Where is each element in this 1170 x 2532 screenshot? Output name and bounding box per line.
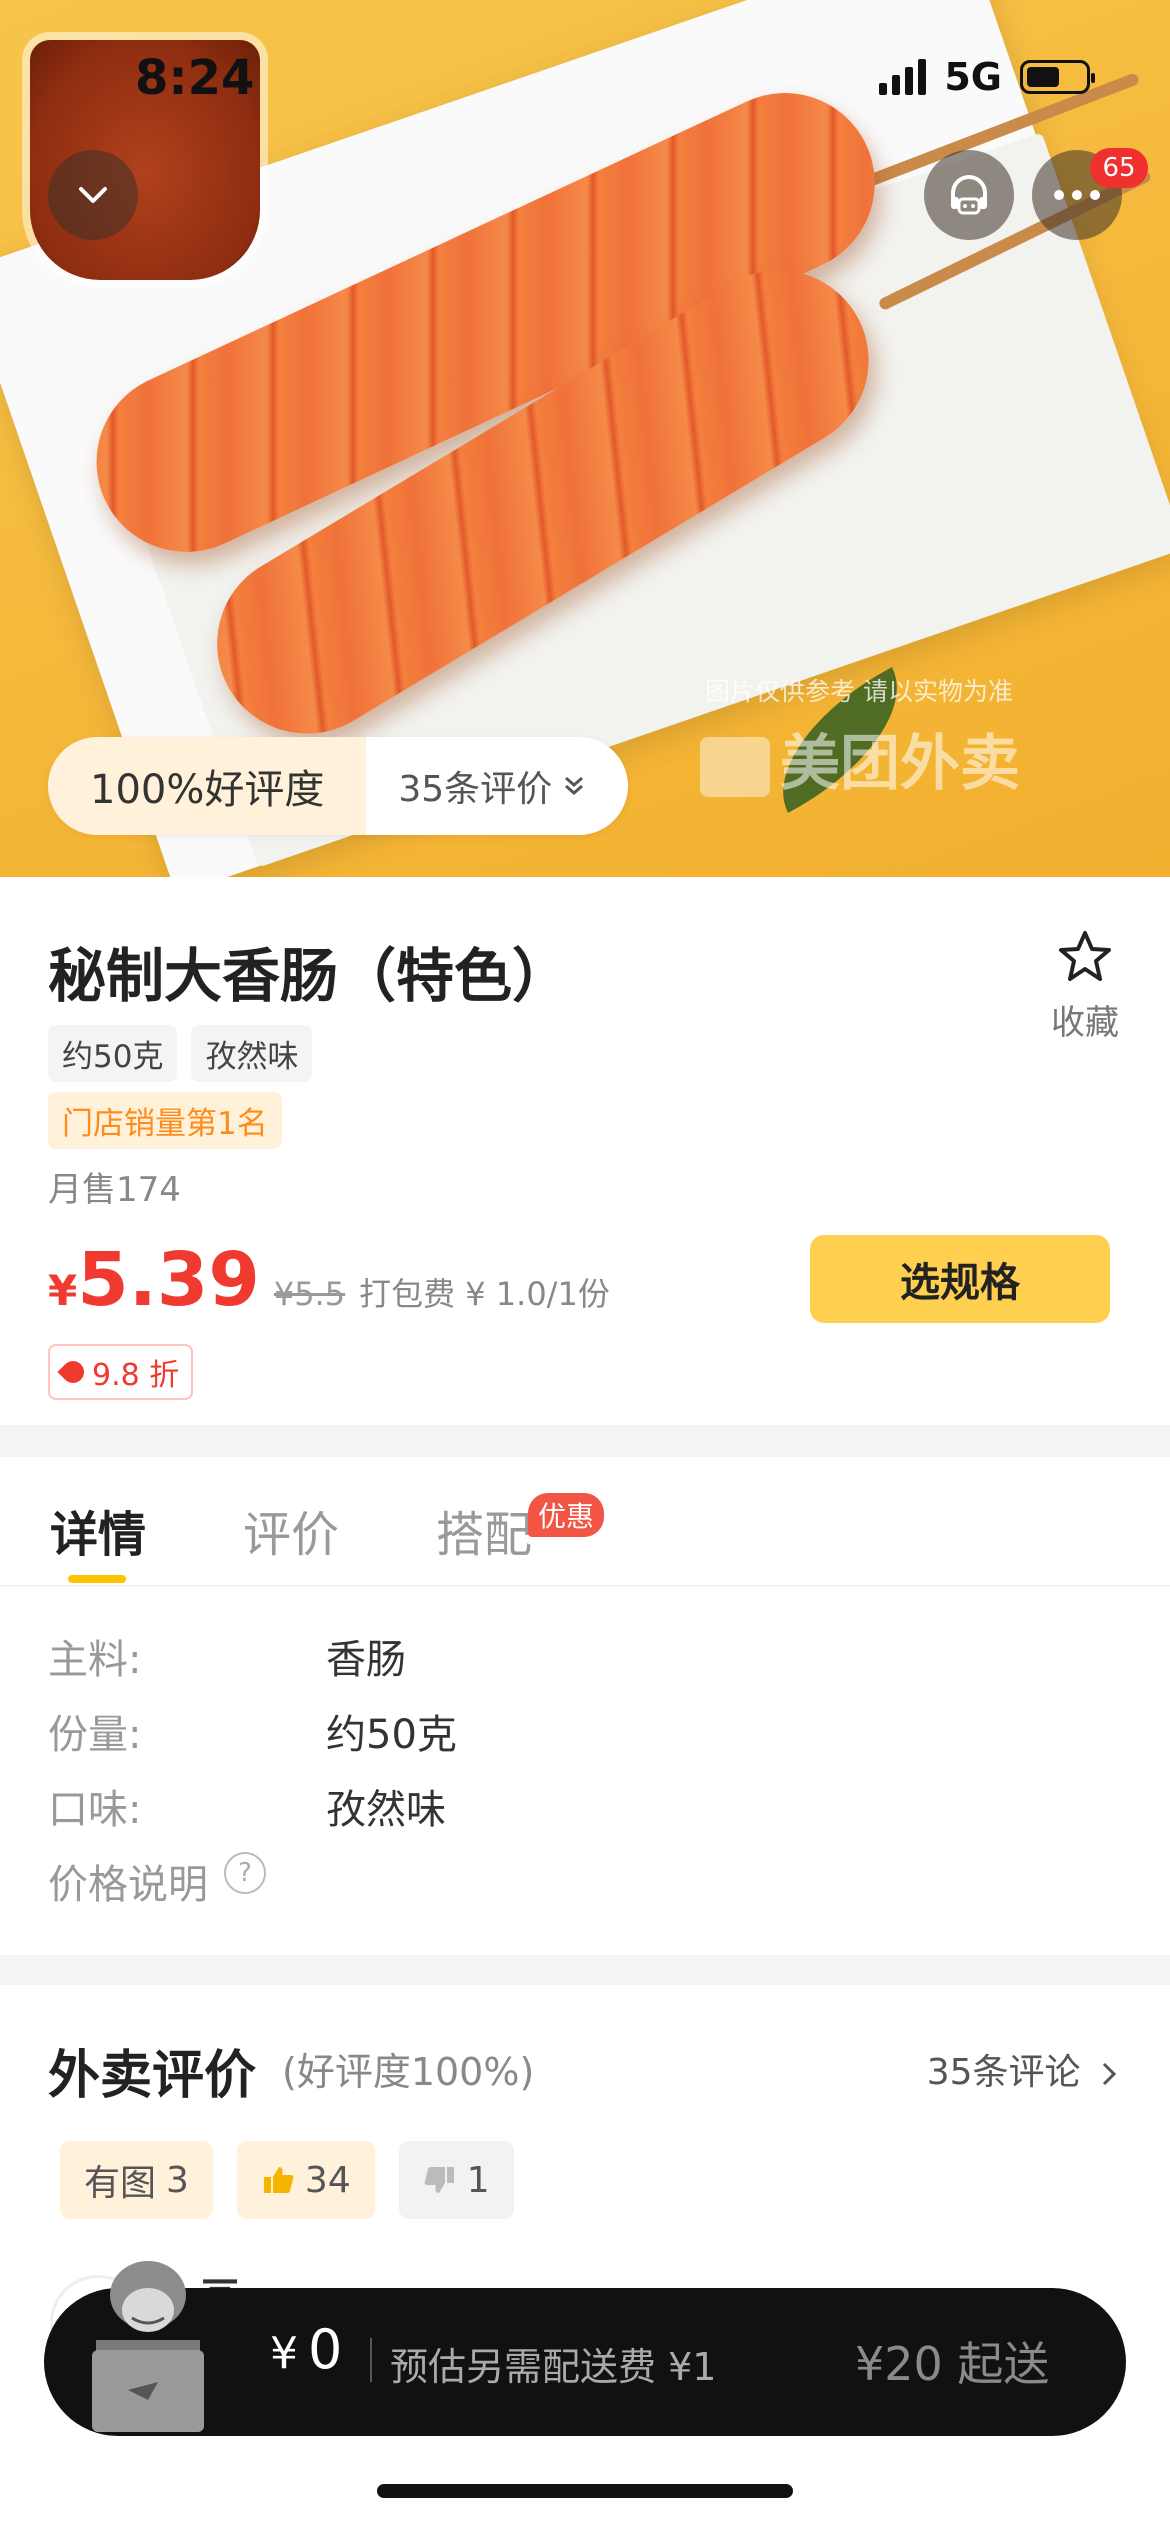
thumbs-up-icon [263,2167,294,2193]
favorite-label: 收藏 [1051,1003,1119,1043]
packing-fee: 打包费 ¥ 1.0/1份 [359,1275,610,1313]
favorite-button[interactable]: 收藏 [1040,929,1130,1044]
delivery-fee-note: 预估另需配送费 ¥1 [390,2345,717,2389]
product-info-card: 秘制大香肠（特色） 收藏 约50克 孜然味 门店销量第1名 月售174 ¥ 5.… [0,877,1170,1425]
chevron-down-icon [79,187,107,203]
more-dots-icon [1054,190,1100,200]
discount-tag-icon [57,1356,89,1388]
currency-symbol: ¥ [48,1266,78,1315]
home-indicator[interactable] [377,2484,793,2498]
active-tab-indicator [68,1575,126,1583]
tab-bar: 详情 评价 搭配 优惠 [0,1457,1170,1587]
review-count-link[interactable]: 35条评价 [366,737,629,835]
filter-negative[interactable]: 1 [398,2141,514,2219]
detail-row-flavor: 口味: 孜然味 [48,1787,446,1833]
product-tags: 约50克 孜然味 [48,1025,313,1082]
chevron-right-icon [1102,2062,1117,2086]
double-chevron-down-icon [565,776,584,795]
original-price: ¥5.5 [273,1275,346,1313]
collapse-button[interactable] [48,150,138,240]
detail-row-portion: 份量: 约50克 [48,1712,457,1758]
status-time: 8:24 [135,50,255,106]
tab-details[interactable]: 详情 [50,1495,146,1565]
message-count-badge: 65 [1090,148,1148,188]
cart-total: ¥0 [270,2318,343,2381]
courier-mascot-icon [92,2261,204,2432]
help-icon[interactable]: ? [224,1852,266,1894]
star-icon [1059,931,1111,981]
reviews-subtitle: (好评度100%) [282,2050,535,2094]
customer-service-icon [951,175,987,215]
status-indicators: 5G [879,55,1095,99]
flavor-tag: 孜然味 [191,1025,313,1082]
filter-with-photos[interactable]: 有图 3 [60,2141,213,2219]
price-explanation[interactable]: 价格说明 ? [48,1852,266,1910]
reviews-title: 外卖评价 [48,2046,257,2106]
discount-badge: 9.8 折 [48,1344,194,1400]
tab-reviews[interactable]: 评价 [243,1495,339,1565]
signal-icon [879,59,927,95]
promo-badge: 优惠 [528,1493,605,1537]
weight-tag: 约50克 [48,1025,178,1082]
current-price: 5.39 [77,1237,260,1323]
watermark-caption: 图片仅供参考 请以实物为准 [705,677,1013,706]
filter-positive[interactable]: 34 [236,2141,375,2219]
product-title: 秘制大香肠（特色） [48,942,571,1010]
customer-service-button[interactable] [924,150,1014,240]
cart-divider [370,2338,372,2382]
review-filters: 有图 3 34 1 [60,2141,514,2219]
all-reviews-link[interactable]: 35条评论 [927,2043,1122,2095]
minimum-order: ¥20 起送 [855,2337,1050,2391]
rating-summary-pill[interactable]: 100%好评度 35条评价 [48,737,629,835]
network-type: 5G [944,55,1002,99]
positive-rate: 100%好评度 [48,737,367,835]
sales-rank-badge: 门店销量第1名 [48,1092,282,1149]
monthly-sales: 月售174 [48,1170,181,1210]
tab-combos[interactable]: 搭配 [436,1495,532,1565]
detail-row-ingredient: 主料: 香肠 [48,1637,406,1683]
thumbs-down-icon [424,2167,454,2193]
select-spec-button[interactable]: 选规格 [810,1235,1110,1323]
price-row: ¥ 5.39 ¥5.5 打包费 ¥ 1.0/1份 [48,1237,610,1323]
details-section: 详情 评价 搭配 优惠 主料: 香肠 份量: 约50克 口味: 孜然味 价格说明… [0,1457,1170,1955]
battery-icon [1020,60,1095,94]
watermark-logo: 美团外卖 [700,715,1020,802]
